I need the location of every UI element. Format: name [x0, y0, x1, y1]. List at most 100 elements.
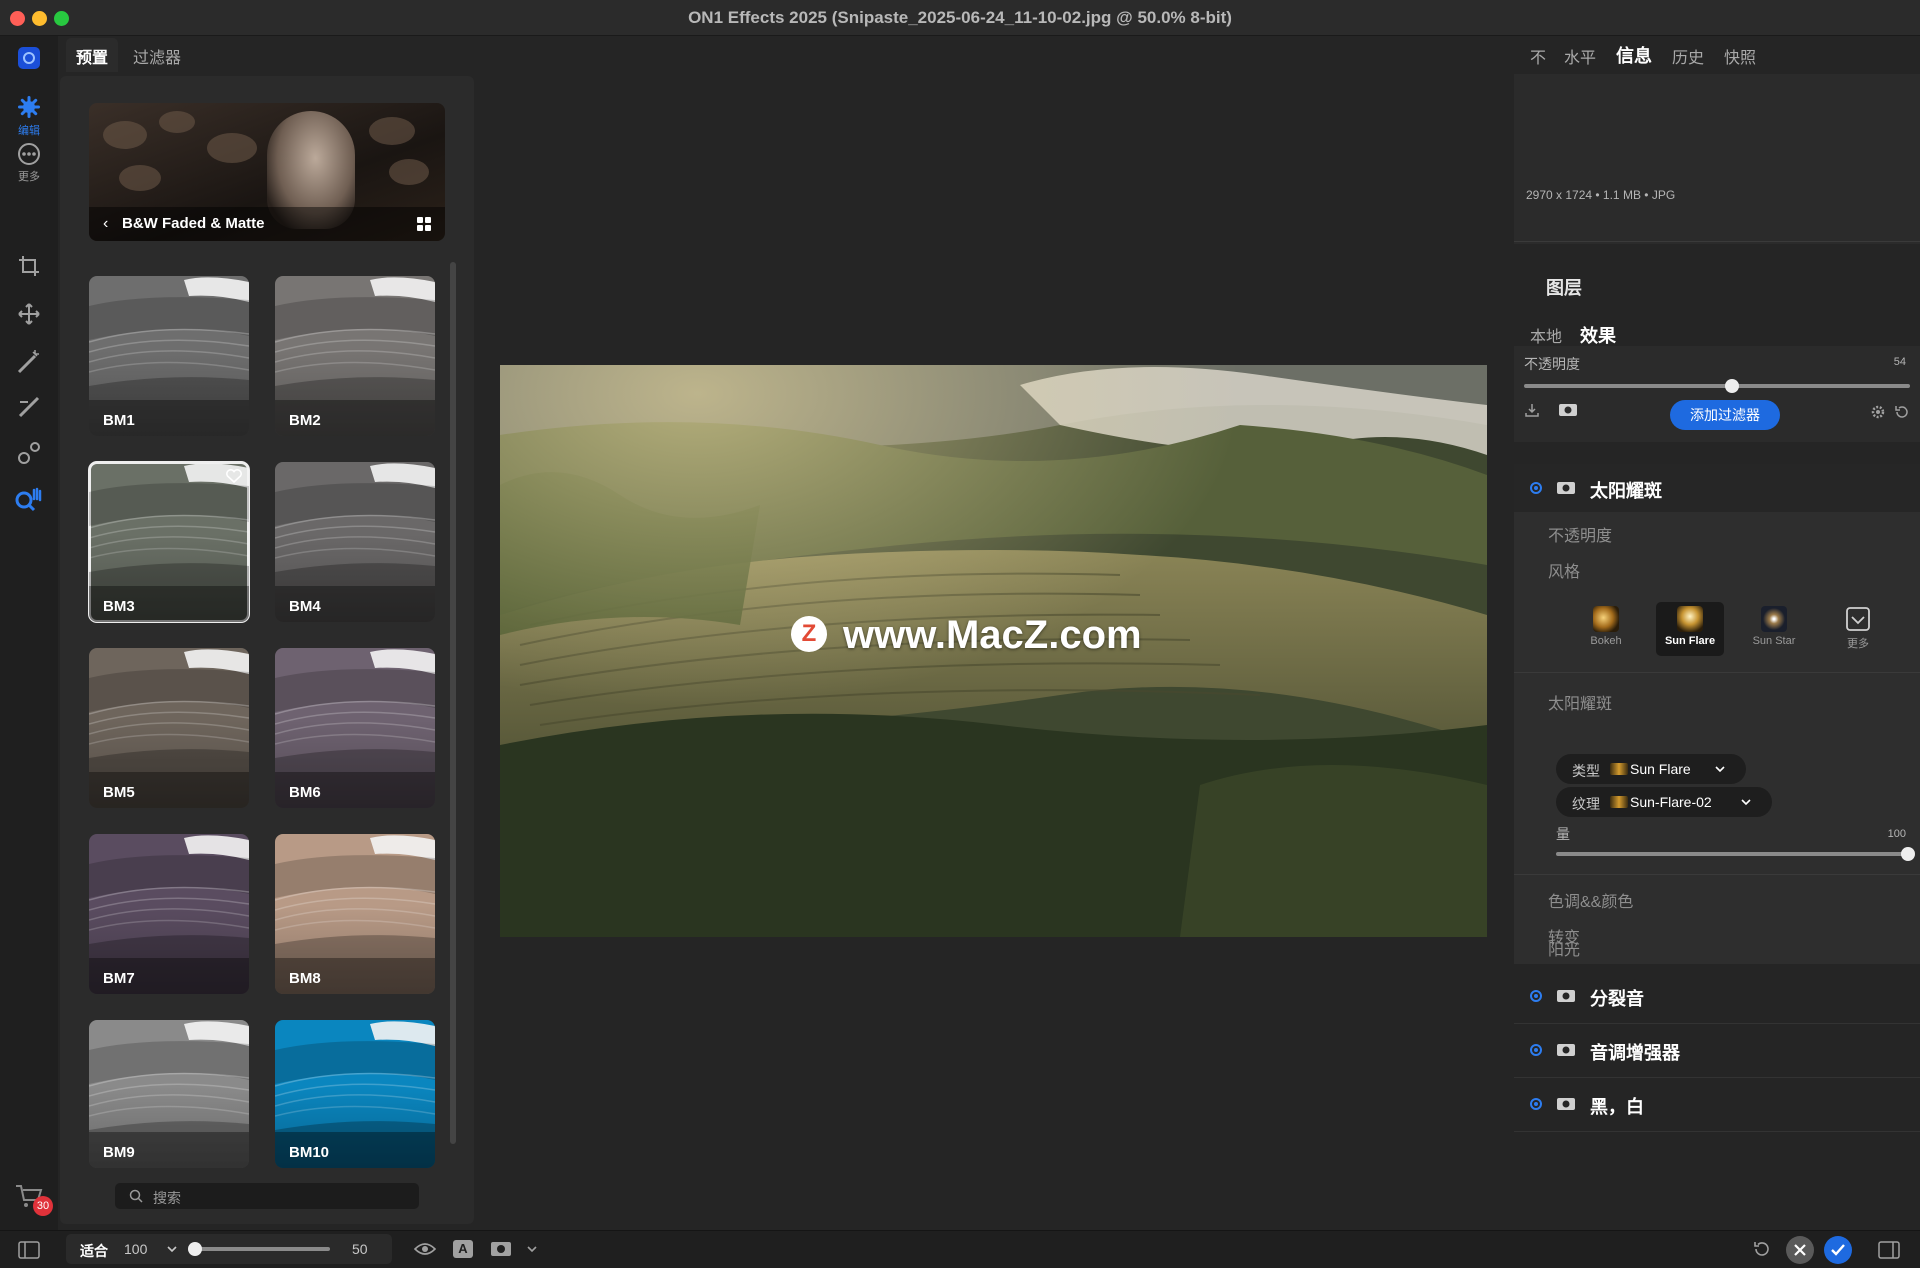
mask-icon[interactable] — [1556, 1042, 1576, 1058]
preset-thumbnail[interactable]: BM1 — [89, 276, 249, 436]
brush-tool[interactable] — [0, 394, 58, 420]
edit-tool[interactable]: 编辑 — [0, 94, 58, 138]
fit-button[interactable]: 适合 — [80, 1241, 108, 1261]
tab-levels[interactable]: 水平 — [1564, 44, 1596, 68]
tab-snapshots[interactable]: 快照 — [1724, 44, 1756, 68]
preset-thumbnail[interactable]: BM2 — [275, 276, 435, 436]
tab-local[interactable]: 本地 — [1530, 323, 1562, 347]
toggle-right-panel-icon[interactable] — [1878, 1241, 1900, 1259]
tab-info[interactable]: 信息 — [1616, 42, 1652, 68]
sun-flare-header[interactable]: 太阳耀斑 — [1514, 464, 1920, 512]
close-icon — [1794, 1244, 1806, 1256]
crop-tool[interactable] — [0, 254, 58, 278]
tab-presets[interactable]: 预置 — [76, 44, 108, 68]
sunlight-section[interactable]: 阳光 — [1548, 936, 1580, 960]
preset-label: BM1 — [89, 400, 249, 436]
eye-icon[interactable] — [414, 1241, 436, 1257]
add-filter-button[interactable]: 添加过滤器 — [1670, 400, 1780, 430]
magic-wand-tool[interactable] — [0, 348, 58, 376]
style-option[interactable]: Sun Flare — [1656, 602, 1724, 656]
filter-row-black-white[interactable]: 黑，白 — [1514, 1078, 1920, 1132]
import-icon[interactable] — [1524, 402, 1540, 418]
retouch-tool[interactable] — [0, 440, 58, 466]
back-chevron-icon[interactable]: ‹ — [103, 215, 108, 233]
mask-icon[interactable] — [1556, 988, 1576, 1004]
preset-search-input[interactable]: 搜索 — [115, 1183, 419, 1209]
gear-icon[interactable] — [1870, 404, 1886, 420]
filter-enable-toggle[interactable] — [1530, 482, 1542, 494]
undo-icon[interactable] — [1752, 1240, 1770, 1258]
presets-scrollbar[interactable] — [450, 262, 456, 1144]
type-dropdown[interactable]: 类型 Sun Flare — [1556, 754, 1746, 784]
filter-enable-toggle[interactable] — [1530, 990, 1542, 1002]
favorite-heart-icon[interactable] — [225, 468, 243, 484]
window-title: ON1 Effects 2025 (Snipaste_2025-06-24_11… — [688, 8, 1232, 27]
preset-label: BM3 — [89, 586, 249, 622]
reset-icon[interactable] — [1894, 404, 1910, 420]
opacity-slider[interactable] — [1524, 384, 1910, 388]
filter-row-split-tone[interactable]: 分裂音 — [1514, 970, 1920, 1024]
tab-effects[interactable]: 效果 — [1580, 322, 1616, 348]
style-option[interactable]: Bokeh — [1572, 602, 1640, 656]
preset-category-header[interactable]: ‹ B&W Faded & Matte — [89, 103, 445, 241]
tab-filters[interactable]: 过滤器 — [133, 44, 181, 68]
preset-thumbnail[interactable]: BM4 — [275, 462, 435, 622]
zoom-slider-knob[interactable] — [188, 1242, 202, 1256]
amount-slider[interactable] — [1556, 852, 1908, 856]
filter-enable-toggle[interactable] — [1530, 1044, 1542, 1056]
sun-flare-opacity-label[interactable]: 不透明度 — [1548, 522, 1612, 546]
more-tool[interactable]: 更多 — [0, 142, 58, 184]
mask-icon[interactable] — [1556, 480, 1576, 496]
chevron-down-icon[interactable] — [166, 1244, 178, 1254]
type-value: Sun Flare — [1630, 761, 1691, 777]
style-option[interactable]: 更多 — [1824, 602, 1892, 656]
style-label: Sun Flare — [1664, 635, 1716, 647]
zoom-slider-value: 50 — [352, 1241, 368, 1257]
zoom-value[interactable]: 100 — [124, 1241, 147, 1257]
opacity-slider-knob[interactable] — [1725, 379, 1740, 393]
mask-icon[interactable] — [1556, 1096, 1576, 1112]
mask-view-icon[interactable] — [490, 1241, 512, 1257]
filter-row-tone-enhancer[interactable]: 音调增强器 — [1514, 1024, 1920, 1078]
apply-button[interactable] — [1824, 1236, 1852, 1264]
magic-wand-icon — [17, 350, 39, 374]
preset-thumbnail[interactable]: BM3 — [88, 461, 250, 623]
tab-history[interactable]: 历史 — [1672, 44, 1704, 68]
tone-color-section[interactable]: 色调&&颜色 — [1548, 888, 1633, 912]
preset-thumbnail[interactable]: BM6 — [275, 648, 435, 808]
toggle-left-panel-icon[interactable] — [18, 1241, 40, 1259]
filter-enable-toggle[interactable] — [1530, 1098, 1542, 1110]
preset-label: BM9 — [89, 1132, 249, 1168]
zoom-slider[interactable] — [194, 1247, 330, 1251]
preset-thumbnail[interactable]: BM8 — [275, 834, 435, 994]
texture-value: Sun-Flare-02 — [1630, 794, 1712, 810]
texture-dropdown[interactable]: 纹理 Sun-Flare-02 — [1556, 787, 1772, 817]
grid-view-icon[interactable] — [417, 217, 431, 231]
amount-slider-knob[interactable] — [1901, 847, 1915, 861]
cancel-button[interactable] — [1786, 1236, 1814, 1264]
opacity-label: 不透明度 — [1524, 356, 1580, 372]
mask-icon[interactable] — [1558, 402, 1578, 418]
tab-no[interactable]: 不 — [1530, 44, 1546, 68]
info-box: 2970 x 1724 • 1.1 MB • JPG — [1514, 74, 1920, 244]
preset-thumbnail[interactable]: BM7 — [89, 834, 249, 994]
app-logo-icon[interactable] — [0, 46, 58, 70]
preset-thumbnail[interactable]: BM10 — [275, 1020, 435, 1168]
before-after-icon[interactable]: A — [453, 1240, 473, 1258]
style-label: Bokeh — [1590, 635, 1622, 647]
retouch-icon — [18, 442, 40, 464]
chevron-down-icon[interactable] — [526, 1244, 538, 1254]
title-bar: ON1 Effects 2025 (Snipaste_2025-06-24_11… — [0, 0, 1920, 36]
cart-button[interactable]: 30 — [0, 1182, 58, 1216]
edit-tool-label: 编辑 — [18, 125, 40, 137]
type-label: 类型 — [1572, 763, 1600, 779]
amount-label: 量 — [1556, 826, 1570, 842]
view-tool[interactable] — [0, 486, 58, 514]
move-tool[interactable] — [0, 302, 58, 326]
sun-flare-filter: 太阳耀斑 不透明度 风格 太阳耀斑 类型 Sun Flare 纹理 Sun-Fl… — [1514, 464, 1920, 964]
move-icon — [18, 303, 40, 325]
style-swatch — [1593, 606, 1619, 632]
preset-thumbnail[interactable]: BM5 — [89, 648, 249, 808]
style-option[interactable]: Sun Star — [1740, 602, 1808, 656]
preset-thumbnail[interactable]: BM9 — [89, 1020, 249, 1168]
